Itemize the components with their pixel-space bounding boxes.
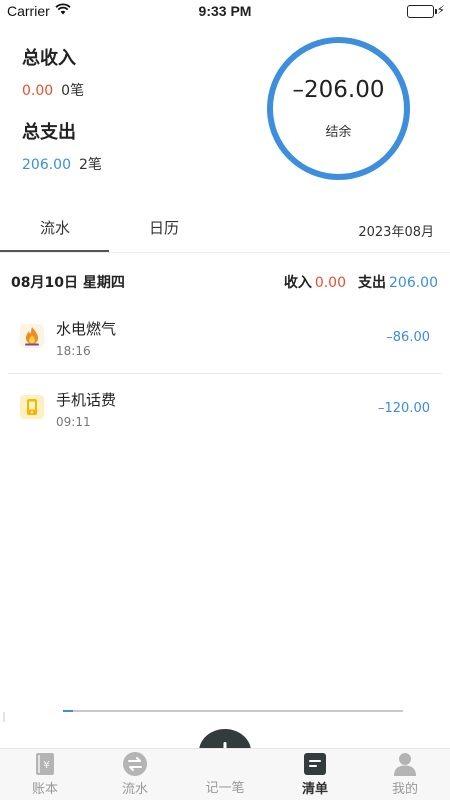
income-count: 0笔 [61,83,85,99]
income-amount: 0.00 [22,83,54,99]
battery-icon [407,5,437,18]
day-date: 08月10日 星期四 [11,275,125,291]
list-icon [301,752,329,776]
record-time: 18:16 [56,344,91,358]
tabbar-label: 清单 [301,782,328,797]
tabbar-label: 我的 [391,782,418,797]
expense-amount: 206.00 [22,157,71,173]
month-selector[interactable]: 2023年08月 [358,221,434,240]
scroll-progress-fill [63,710,74,712]
view-tabs: 流水 日历 2023年08月 [0,207,450,253]
ledger-icon: ¥ [31,752,59,776]
status-bar: Carrier 9:33 PM ⚡ [0,0,450,22]
active-tab-indicator [0,250,109,252]
record-divider [8,373,442,374]
balance-ring: –206.00 结余 [267,37,410,180]
tabbar-label: 账本 [31,782,58,797]
flame-icon [20,324,44,348]
balance-amount: –206.00 [292,77,385,103]
clock: 9:33 PM [198,3,252,19]
tabbar-label: 流水 [121,782,148,797]
tabbar-item-flow[interactable]: 流水 [100,749,170,800]
scroll-progress [63,710,403,712]
income-line: 0.00 0笔 [22,80,84,100]
total-income-label: 总收入 [22,48,76,69]
phone-icon [20,395,44,419]
tabbar-item-list[interactable]: 清单 [280,749,350,800]
day-expense-value: 206.00 [389,275,438,291]
record-amount: –120.00 [378,401,430,416]
add-record-label: 记一笔 [205,781,245,796]
day-expense-key: 支出 [358,275,386,291]
tab-calendar[interactable]: 日历 [149,217,179,238]
record-name: 水电燃气 [56,320,117,338]
transfer-icon [121,752,149,776]
total-expense-label: 总支出 [22,122,76,143]
user-icon [391,752,419,776]
record-time: 09:11 [56,415,91,429]
tab-flow[interactable]: 流水 [40,217,70,238]
day-header: 08月10日 星期四 收入 0.00 支出 206.00 [0,262,450,298]
record-name: 手机话费 [56,391,117,409]
day-income-value: 0.00 [314,275,346,291]
summary-panel: 总收入 0.00 0笔 总支出 206.00 2笔 –206.00 结余 [0,22,450,202]
tabbar-item-ledger[interactable]: ¥ 账本 [10,749,80,800]
record-amount: –86.00 [386,330,430,345]
expense-line: 206.00 2笔 [22,154,102,174]
record-item[interactable]: 手机话费 09:11 –120.00 [8,377,442,443]
day-income-key: 收入 [283,275,312,291]
tabbar-item-mine[interactable]: 我的 [370,749,440,800]
charging-icon: ⚡ [436,3,445,17]
svg-text:¥: ¥ [43,760,49,771]
record-item[interactable]: 水电燃气 18:16 –86.00 [8,306,442,372]
edge-handle [3,712,5,722]
expense-count: 2笔 [79,157,102,173]
balance-label: 结余 [325,125,352,140]
day-totals: 收入 0.00 支出 206.00 [284,272,438,292]
